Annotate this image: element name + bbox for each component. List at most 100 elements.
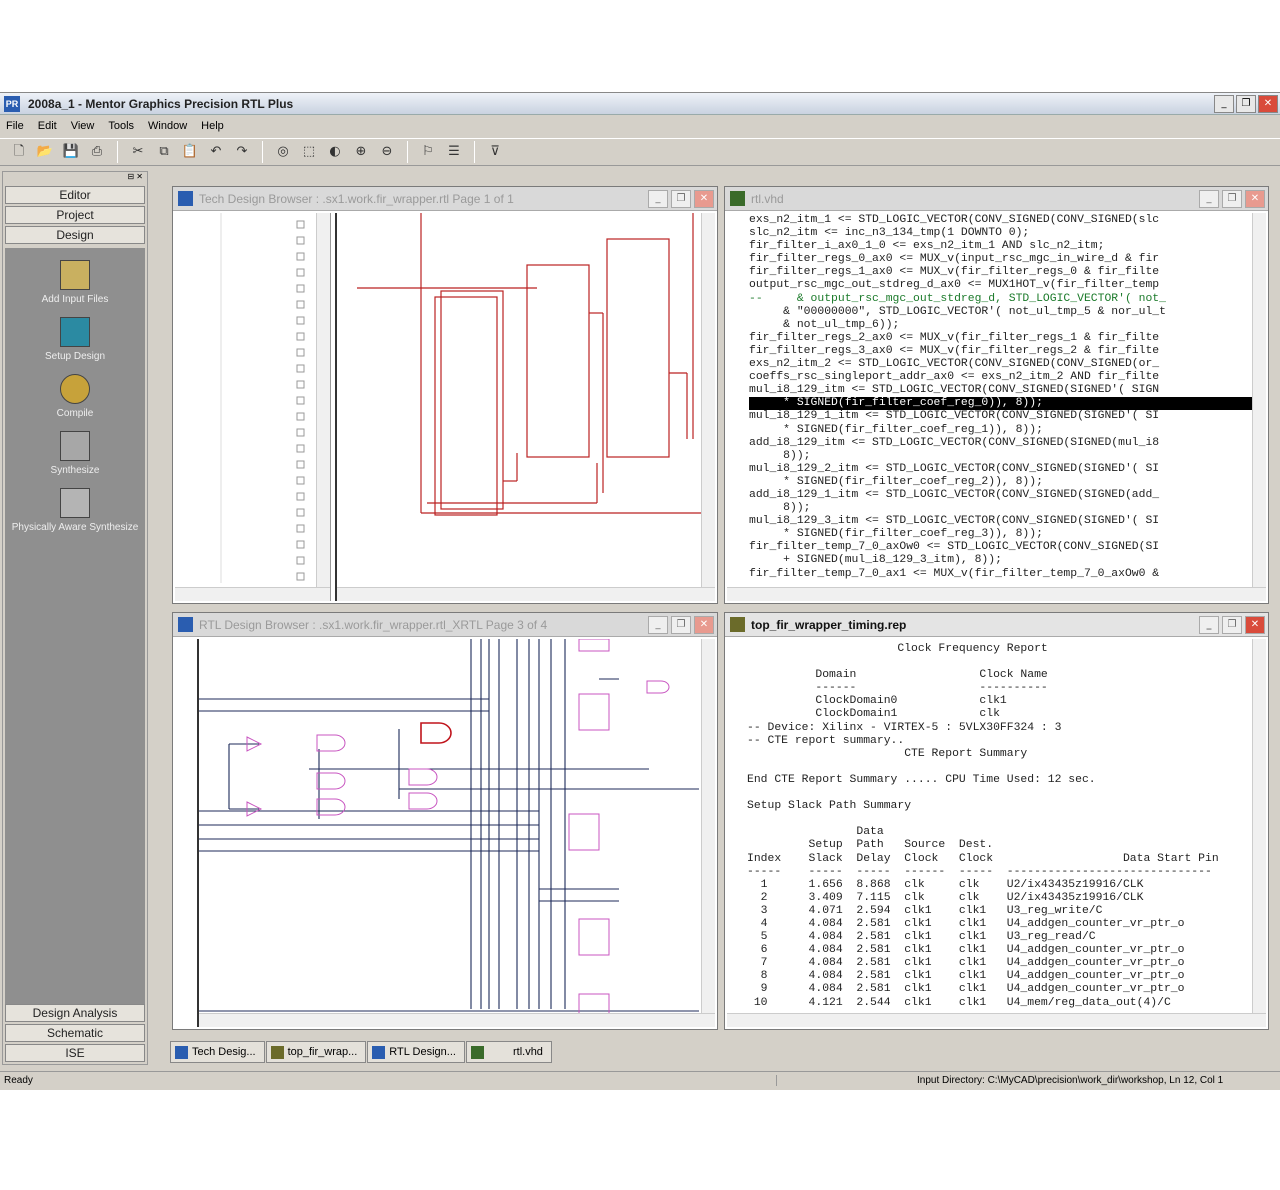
close-button[interactable]: ✕: [694, 616, 714, 634]
physically-aware-synthesize-tool[interactable]: Physically Aware Synthesize: [5, 488, 145, 533]
maximize-button[interactable]: ❐: [671, 190, 691, 208]
code-line: + SIGNED(mul_i8_129_3_itm), 8));: [749, 554, 1002, 567]
close-button[interactable]: ✕: [1245, 190, 1265, 208]
tool-label: Setup Design: [44, 351, 106, 362]
close-button[interactable]: ✕: [694, 190, 714, 208]
vertical-scrollbar[interactable]: [701, 213, 715, 587]
report-line: 1 1.656 8.868 clk clk U2/ix43435z19916/C…: [747, 878, 1144, 891]
design-analysis-button[interactable]: Design Analysis: [5, 1004, 145, 1022]
horizontal-scrollbar[interactable]: [175, 587, 330, 601]
vertical-scrollbar[interactable]: [701, 639, 715, 1013]
instance-tree-pane[interactable]: [175, 213, 331, 601]
maximize-button[interactable]: ❐: [1222, 190, 1242, 208]
minimize-button[interactable]: _: [1199, 190, 1219, 208]
tab-rtl-design[interactable]: RTL Design...: [367, 1041, 465, 1063]
horizontal-scrollbar[interactable]: [337, 587, 715, 601]
menu-tools[interactable]: Tools: [108, 120, 134, 132]
code-line: fir_filter_regs_3_ax0 <= MUX_v(fir_filte…: [749, 344, 1160, 357]
paste-icon[interactable]: 📋: [179, 141, 201, 163]
project-button[interactable]: Project: [5, 206, 145, 224]
toolbar-separator: [407, 141, 408, 163]
report-text[interactable]: Clock Frequency Report Domain Clock Name…: [727, 639, 1266, 1010]
design-button[interactable]: Design: [5, 226, 145, 244]
highlighted-gate[interactable]: [420, 722, 452, 744]
report-line: Setup Path Source Dest.: [747, 839, 994, 852]
window-caption: top_fir_wrapper_timing.rep _ ❐ ✕: [725, 613, 1268, 637]
compile-tool[interactable]: Compile: [5, 374, 145, 419]
tab-rtl-vhd[interactable]: rtl.vhd: [465, 1041, 552, 1063]
rtl-schematic-canvas[interactable]: [197, 639, 715, 1027]
maximize-button[interactable]: ❐: [671, 616, 691, 634]
vhdl-file-icon: [730, 191, 745, 206]
close-button[interactable]: ✕: [1258, 95, 1278, 113]
fit-view-icon[interactable]: ◐: [324, 141, 346, 163]
flag-icon[interactable]: ⚐: [417, 141, 439, 163]
report-line: [747, 787, 1266, 800]
save-icon[interactable]: 💾: [60, 141, 82, 163]
minimize-button[interactable]: _: [648, 616, 668, 634]
tab-tech-design[interactable]: Tech Desig...: [170, 1041, 265, 1063]
horizontal-scrollbar[interactable]: [727, 587, 1266, 601]
vertical-scrollbar[interactable]: [1252, 639, 1266, 1013]
code-line: output_rsc_mgc_out_stdreg_d_ax0 <= MUX1H…: [749, 279, 1160, 292]
close-button[interactable]: ✕: [1245, 616, 1265, 634]
minimize-button[interactable]: _: [648, 190, 668, 208]
vertical-scrollbar[interactable]: [1252, 213, 1266, 587]
ise-button[interactable]: ISE: [5, 1044, 145, 1062]
horizontal-scrollbar[interactable]: [727, 1013, 1266, 1027]
report-file-icon: [730, 617, 745, 632]
tab-timing-report[interactable]: top_fir_wrap...: [265, 1041, 367, 1063]
report-line: -- Device: Xilinx - VIRTEX-5 : 5VLX30FF3…: [747, 721, 1062, 734]
tech-design-browser-window: Tech Design Browser : .sx1.work.fir_wrap…: [172, 186, 718, 604]
copy-icon[interactable]: ⧉: [153, 141, 175, 163]
tech-schematic-canvas[interactable]: [335, 213, 715, 601]
zoom-in-icon[interactable]: ⊕: [350, 141, 372, 163]
report-viewer[interactable]: Clock Frequency Report Domain Clock Name…: [727, 639, 1266, 1027]
redo-icon[interactable]: ↷: [231, 141, 253, 163]
code-line: fir_filter_temp_7_0_axOw0 <= STD_LOGIC_V…: [749, 541, 1160, 554]
minimize-button[interactable]: _: [1214, 95, 1234, 113]
code-line: exs_n2_itm_2 <= STD_LOGIC_VECTOR(CONV_SI…: [749, 358, 1160, 371]
report-file-icon: [270, 1045, 284, 1059]
cut-icon[interactable]: ✂: [127, 141, 149, 163]
code-editor[interactable]: exs_n2_itm_1 <= STD_LOGIC_VECTOR(CONV_SI…: [727, 213, 1266, 601]
select-icon[interactable]: ⬚: [298, 141, 320, 163]
toolbar: 🗋 📂 💾 ⎙ ✂ ⧉ 📋 ↶ ↷ ◎ ⬚ ◐ ⊕ ⊖ ⚐ ☰ ⊽: [0, 138, 1280, 166]
physical-synthesize-icon: [60, 488, 90, 518]
maximize-button[interactable]: ❐: [1236, 95, 1256, 113]
menu-view[interactable]: View: [71, 120, 95, 132]
report-line: 4 4.084 2.581 clk1 clk1 U4_addgen_counte…: [747, 917, 1185, 930]
code-line: 8));: [749, 449, 811, 462]
horizontal-scrollbar[interactable]: [199, 1013, 715, 1027]
undo-icon[interactable]: ↶: [205, 141, 227, 163]
menu-help[interactable]: Help: [201, 120, 224, 132]
panel-handle[interactable]: ⊟ ✕: [3, 172, 147, 184]
menu-window[interactable]: Window: [148, 120, 187, 132]
zoom-out-icon[interactable]: ⊖: [376, 141, 398, 163]
open-folder-icon[interactable]: 📂: [34, 141, 56, 163]
rtl-browser-icon: [372, 1045, 386, 1059]
setup-design-tool[interactable]: Setup Design: [5, 317, 145, 362]
timing-report-window: top_fir_wrapper_timing.rep _ ❐ ✕ Clock F…: [724, 612, 1269, 1030]
minimize-button[interactable]: _: [1199, 616, 1219, 634]
vertical-scrollbar[interactable]: [316, 213, 330, 587]
new-file-icon[interactable]: 🗋: [8, 141, 30, 163]
tab-label: RTL Design...: [389, 1046, 456, 1058]
code-line: 8));: [749, 502, 811, 515]
rtl-vhd-editor-window: rtl.vhd _ ❐ ✕ exs_n2_itm_1 <= STD_LOGIC_…: [724, 186, 1269, 604]
filter-icon[interactable]: ⊽: [484, 141, 506, 163]
maximize-button[interactable]: ❐: [1222, 616, 1242, 634]
menu-file[interactable]: File: [6, 120, 24, 132]
add-input-files-tool[interactable]: Add Input Files: [5, 260, 145, 305]
synthesize-tool[interactable]: Synthesize: [5, 431, 145, 476]
rtl-browser-body: [175, 639, 715, 1027]
globe-icon[interactable]: ◎: [272, 141, 294, 163]
editor-button[interactable]: Editor: [5, 186, 145, 204]
code-text[interactable]: exs_n2_itm_1 <= STD_LOGIC_VECTOR(CONV_SI…: [727, 213, 1266, 581]
menu-edit[interactable]: Edit: [38, 120, 57, 132]
schematic-button[interactable]: Schematic: [5, 1024, 145, 1042]
print-icon[interactable]: ⎙: [86, 141, 108, 163]
align-icon[interactable]: ☰: [443, 141, 465, 163]
code-line: fir_filter_temp_7_0_ax1 <= MUX_v(fir_fil…: [749, 567, 1160, 580]
synthesize-icon: [60, 431, 90, 461]
